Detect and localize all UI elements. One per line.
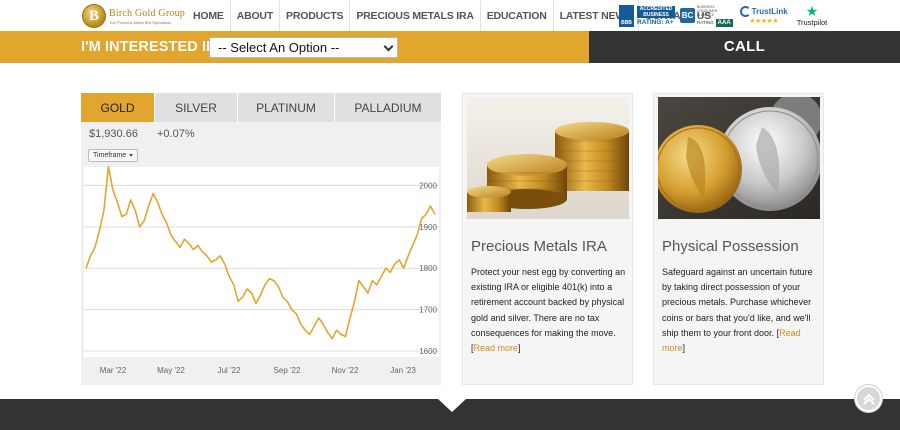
tab-palladium[interactable]: PALLADIUM bbox=[335, 93, 441, 122]
bbb-accredited: ACCREDITED BUSINESS bbox=[637, 5, 675, 18]
card-description: Protect your nest egg by converting an e… bbox=[471, 267, 626, 338]
trust-badges: BBB ACCREDITED BUSINESS RATING: A+ BC BU… bbox=[619, 2, 827, 29]
interest-bar: I'M INTERESTED IN > -- Select An Option … bbox=[0, 31, 900, 63]
card-physical-possession: Physical Possession Safeguard against an… bbox=[653, 93, 824, 385]
interest-select[interactable]: -- Select An Option -- bbox=[209, 37, 398, 58]
y-tick-label: 1800 bbox=[419, 264, 437, 273]
bca-text: BUSINESS CONSUMER ALLIANCE RATING AAA bbox=[697, 5, 733, 27]
price-chart: 1600 1700 1800 1900 2000 Mar '22 May '22 Jul '… bbox=[84, 166, 439, 375]
bbb-badge[interactable]: BBB ACCREDITED BUSINESS RATING: A+ bbox=[619, 3, 675, 29]
bca-org-name: BUSINESS CONSUMER ALLIANCE bbox=[697, 4, 718, 17]
gold-silver-coins-illustration bbox=[658, 97, 820, 219]
bca-logo-icon: BC bbox=[680, 8, 695, 23]
scroll-to-top-button[interactable] bbox=[855, 385, 882, 412]
card-body: Protect your nest egg by converting an e… bbox=[471, 265, 629, 356]
card-title: Physical Possession bbox=[662, 238, 799, 255]
coins-image bbox=[658, 97, 820, 219]
brand-tagline: The Precious Metal IRA Specialists bbox=[109, 19, 172, 25]
logo-mark-icon: B bbox=[82, 4, 106, 28]
bbb-seal-icon: BBB bbox=[619, 4, 634, 27]
card-link-bracket-close: ] bbox=[682, 343, 686, 354]
chevron-up-icon bbox=[862, 393, 875, 405]
timeframe-label: Timeframe bbox=[93, 152, 127, 159]
card-precious-metals-ira: Precious Metals IRA Protect your nest eg… bbox=[462, 93, 633, 385]
footer-notch bbox=[438, 399, 466, 412]
interest-label: I'M INTERESTED IN > bbox=[81, 39, 230, 55]
trustpilot-name: Trustpilot bbox=[796, 18, 828, 27]
brand-logo[interactable]: B Birch Gold Group The Precious Metal IR… bbox=[82, 3, 186, 29]
site-header: B Birch Gold Group The Precious Metal IR… bbox=[0, 0, 900, 31]
card-title: Precious Metals IRA bbox=[471, 238, 607, 255]
brand-name: Birch Gold Group bbox=[109, 7, 185, 19]
price-change: +0.07% bbox=[157, 128, 195, 140]
trustlink-name: TrustLink bbox=[751, 7, 788, 16]
nav-home[interactable]: HOME bbox=[187, 0, 230, 31]
tab-gold[interactable]: GOLD bbox=[81, 93, 155, 122]
nav-precious-metals-ira[interactable]: PRECIOUS METALS IRA bbox=[349, 0, 479, 31]
trustlink-stars-icon: ★★★★★ bbox=[749, 18, 779, 25]
card-link-bracket-close: ] bbox=[518, 343, 521, 354]
y-tick-label: 1700 bbox=[419, 306, 437, 315]
x-tick-label: Jan '23 bbox=[390, 366, 416, 375]
y-tick-label: 1600 bbox=[419, 347, 437, 356]
trustlink-row: TrustLink bbox=[739, 6, 788, 17]
read-more-link[interactable]: Read more bbox=[474, 343, 519, 353]
timeframe-dropdown[interactable]: Timeframe bbox=[88, 149, 139, 162]
bca-rating-label: RATING bbox=[697, 20, 714, 25]
nav-about[interactable]: ABOUT bbox=[229, 0, 279, 31]
bca-rating-value: AAA bbox=[715, 18, 733, 27]
x-tick-label: Jul '22 bbox=[218, 366, 241, 375]
bca-badge[interactable]: BC BUSINESS CONSUMER ALLIANCE RATING AAA bbox=[680, 5, 733, 27]
tab-platinum[interactable]: PLATINUM bbox=[238, 93, 335, 122]
plot-area bbox=[84, 167, 439, 357]
page: B Birch Gold Group The Precious Metal IR… bbox=[0, 0, 900, 430]
metal-price-widget: GOLD SILVER PLATINUM PALLADIUM $1,930.66… bbox=[81, 93, 441, 385]
gold-coins-illustration bbox=[467, 97, 629, 219]
caret-down-icon bbox=[129, 153, 134, 157]
x-tick-label: Sep '22 bbox=[274, 366, 301, 375]
trustpilot-badge[interactable]: ★ Trustpilot bbox=[797, 4, 828, 27]
card-body: Safeguard against an uncertain future by… bbox=[662, 265, 820, 356]
bca-rating-row: RATING AAA bbox=[697, 18, 733, 27]
interest-select-value: -- Select An Option -- bbox=[218, 40, 340, 55]
bbb-rating: RATING: A+ bbox=[637, 18, 674, 26]
tab-silver[interactable]: SILVER bbox=[155, 93, 238, 122]
nav-education[interactable]: EDUCATION bbox=[479, 0, 553, 31]
logo-text: Birch Gold Group The Precious Metal IRA … bbox=[109, 8, 185, 25]
x-tick-label: Mar '22 bbox=[100, 366, 127, 375]
call-button[interactable]: CALL bbox=[589, 31, 900, 63]
trustlink-logo-icon bbox=[739, 6, 751, 17]
spot-price: $1,930.66 bbox=[89, 128, 138, 140]
trustlink-badge[interactable]: TrustLink ★★★★★ bbox=[739, 6, 788, 25]
gold-coins-image bbox=[467, 97, 629, 219]
y-tick-label: 2000 bbox=[419, 181, 437, 190]
bbb-text: ACCREDITED BUSINESS RATING: A+ bbox=[637, 5, 675, 26]
nav-products[interactable]: PRODUCTS bbox=[279, 0, 349, 31]
chevron-down-icon bbox=[383, 41, 394, 52]
x-tick-label: Nov '22 bbox=[332, 366, 359, 375]
metal-tabs: GOLD SILVER PLATINUM PALLADIUM bbox=[81, 93, 441, 122]
y-tick-label: 1900 bbox=[419, 223, 437, 232]
x-tick-label: May '22 bbox=[157, 366, 185, 375]
trustpilot-star-icon: ★ bbox=[805, 3, 819, 19]
x-axis-labels: Mar '22 May '22 Jul '22 Sep '22 Nov '22 Jan '… bbox=[100, 366, 417, 375]
